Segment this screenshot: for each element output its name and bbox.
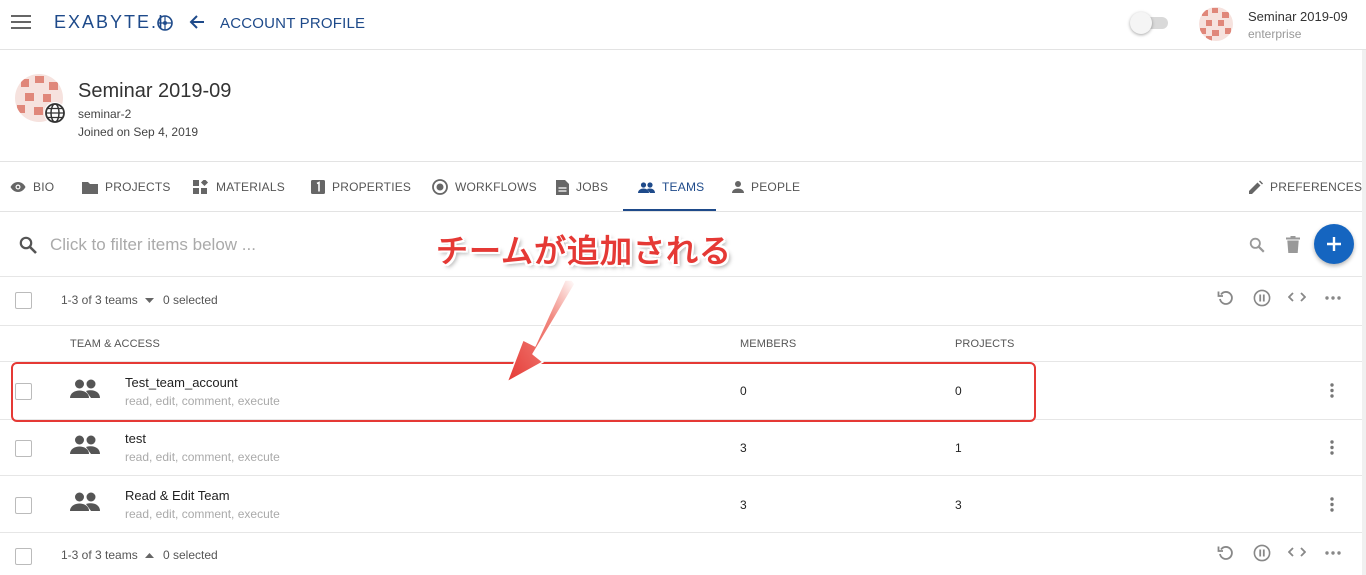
- group-icon: [70, 492, 100, 511]
- team-access: read, edit, comment, execute: [125, 507, 280, 521]
- code-icon[interactable]: [1288, 547, 1306, 557]
- menu-icon[interactable]: [11, 15, 31, 29]
- toggle-knob[interactable]: [1130, 12, 1152, 34]
- group-icon: [70, 435, 100, 454]
- tab-label: PROJECTS: [105, 180, 171, 194]
- tab-label: TEAMS: [662, 180, 705, 194]
- more-horizontal-icon[interactable]: [1325, 551, 1341, 555]
- select-all-checkbox[interactable]: [15, 548, 32, 565]
- item-count: 1-3 of 3 teams: [61, 548, 138, 562]
- divider: [0, 276, 1366, 277]
- caret-down-icon: [145, 298, 155, 304]
- properties-icon: [311, 180, 325, 194]
- tab-label: JOBS: [576, 180, 609, 194]
- group-icon: [638, 181, 655, 193]
- folder-icon: [82, 181, 98, 194]
- column-header-members[interactable]: MEMBERS: [740, 338, 796, 350]
- tab-preferences[interactable]: PREFERENCES: [1249, 173, 1362, 201]
- pencil-icon: [1249, 180, 1263, 194]
- divider: [0, 161, 1366, 162]
- annotation-arrow: [495, 278, 580, 388]
- tab-workflows[interactable]: WORKFLOWS: [432, 173, 537, 201]
- members-count: 3: [740, 441, 747, 455]
- search-input[interactable]: Click to filter items below ...: [50, 235, 256, 255]
- divider: [0, 475, 1366, 476]
- user-name[interactable]: Seminar 2019-09: [1248, 9, 1348, 24]
- more-vertical-icon[interactable]: [1330, 383, 1334, 398]
- search-icon[interactable]: [1249, 237, 1265, 253]
- members-count: 3: [740, 498, 747, 512]
- refresh-icon[interactable]: [1217, 289, 1235, 307]
- annotation-text: チームが追加される: [436, 233, 733, 269]
- user-plan: enterprise: [1248, 27, 1302, 41]
- workflows-icon: [432, 179, 448, 195]
- tab-bio[interactable]: BIO: [10, 173, 54, 201]
- tab-label: PROPERTIES: [332, 180, 412, 194]
- caret-up-icon: [145, 553, 155, 559]
- row-checkbox[interactable]: [15, 497, 32, 514]
- back-arrow-icon[interactable]: [188, 13, 206, 31]
- team-name[interactable]: Read & Edit Team: [125, 488, 230, 503]
- row-checkbox[interactable]: [15, 440, 32, 457]
- tab-projects[interactable]: PROJECTS: [82, 173, 171, 201]
- selected-count: 0 selected: [163, 548, 218, 562]
- divider: [0, 211, 1366, 212]
- tab-teams[interactable]: TEAMS: [638, 173, 704, 201]
- tab-materials[interactable]: MATERIALS: [193, 173, 285, 201]
- add-team-button[interactable]: [1314, 224, 1354, 264]
- profile-joined-date: Joined on Sep 4, 2019: [78, 125, 199, 139]
- jobs-icon: [556, 179, 569, 195]
- code-icon[interactable]: [1288, 292, 1306, 302]
- logo-mark-icon: [156, 14, 174, 32]
- column-header-team[interactable]: TEAM & ACCESS: [70, 338, 160, 350]
- tab-label: BIO: [33, 180, 55, 194]
- item-count: 1-3 of 3 teams: [61, 293, 138, 307]
- eye-icon: [10, 181, 26, 193]
- column-header-projects[interactable]: PROJECTS: [955, 338, 1014, 350]
- plus-icon: [1327, 237, 1341, 251]
- tab-properties[interactable]: PROPERTIES: [311, 173, 411, 201]
- refresh-icon[interactable]: [1217, 544, 1235, 562]
- tab-label: PEOPLE: [751, 180, 801, 194]
- select-all-checkbox[interactable]: [15, 292, 32, 309]
- tab-label: WORKFLOWS: [455, 180, 537, 194]
- person-icon: [732, 181, 744, 193]
- tab-jobs[interactable]: JOBS: [556, 173, 608, 201]
- tab-people[interactable]: PEOPLE: [732, 173, 800, 201]
- scrollbar[interactable]: [1362, 50, 1366, 575]
- profile-name: Seminar 2019-09: [78, 80, 232, 102]
- pagination-dropdown[interactable]: 1-3 of 3 teams: [61, 548, 155, 562]
- materials-icon: [193, 180, 209, 194]
- user-avatar[interactable]: [1198, 6, 1234, 42]
- projects-count: 1: [955, 441, 962, 455]
- divider: [0, 532, 1366, 533]
- more-horizontal-icon[interactable]: [1325, 296, 1341, 300]
- team-access: read, edit, comment, execute: [125, 450, 280, 464]
- tab-label: PREFERENCES: [1270, 180, 1363, 194]
- selected-count: 0 selected: [163, 293, 218, 307]
- more-vertical-icon[interactable]: [1330, 497, 1334, 512]
- top-bar: EXABYTE.I ACCOUNT PROFILE Seminar 2019-0…: [0, 0, 1366, 50]
- profile-handle: seminar-2: [78, 107, 132, 121]
- logo[interactable]: EXABYTE.I: [54, 12, 165, 33]
- pagination-dropdown[interactable]: 1-3 of 3 teams: [61, 293, 155, 307]
- page-title: ACCOUNT PROFILE: [220, 15, 366, 32]
- tab-label: MATERIALS: [216, 180, 285, 194]
- logo-text: EXABYTE.I: [54, 12, 166, 32]
- trash-icon[interactable]: [1286, 236, 1300, 253]
- pause-icon[interactable]: [1253, 544, 1271, 562]
- globe-icon: [43, 101, 67, 125]
- projects-count: 3: [955, 498, 962, 512]
- search-icon: [19, 236, 37, 254]
- more-vertical-icon[interactable]: [1330, 440, 1334, 455]
- divider: [0, 325, 1366, 326]
- pause-icon[interactable]: [1253, 289, 1271, 307]
- team-name[interactable]: test: [125, 431, 146, 446]
